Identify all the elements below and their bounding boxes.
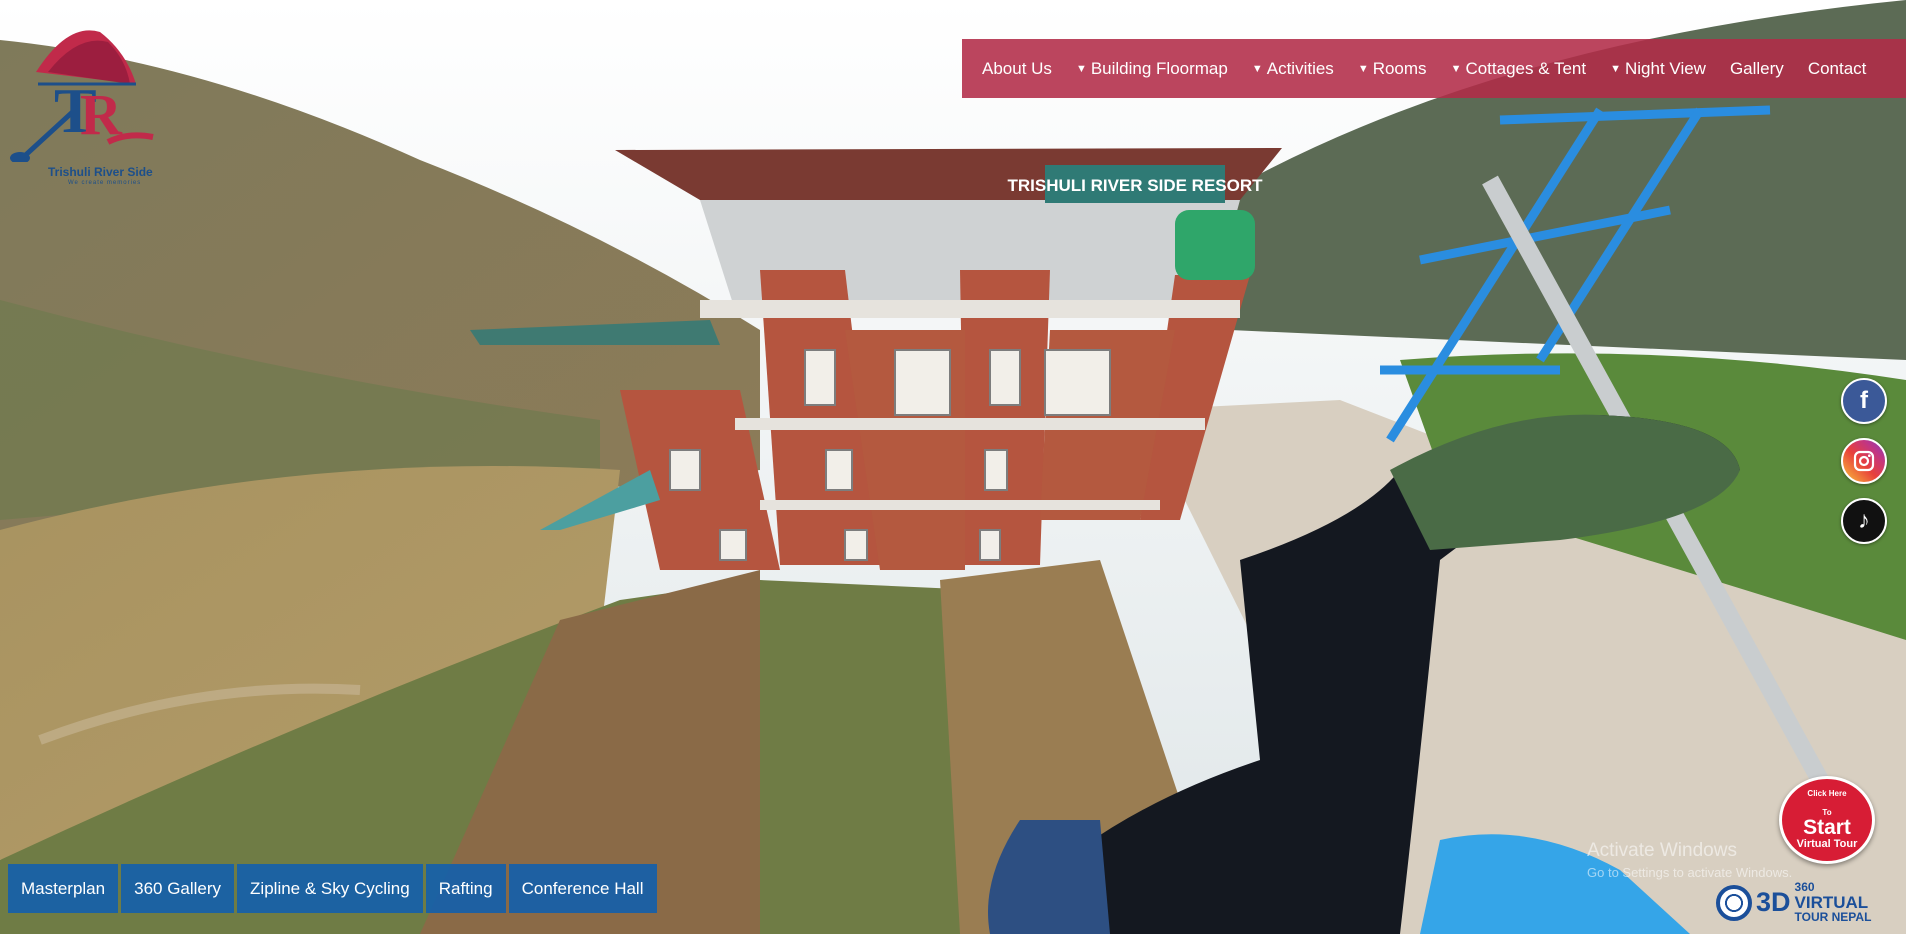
badge-line1: Click Here (1807, 789, 1847, 798)
caret-down-icon: ▼ (1357, 62, 1369, 75)
nav-contact[interactable]: Contact (1796, 39, 1879, 98)
nav-cottages-tent[interactable]: ▼ Cottages & Tent (1439, 39, 1599, 98)
caret-down-icon: ▼ (1610, 62, 1621, 75)
panorama-scene: TRISHULI RIVER SIDE RESORT (0, 0, 1906, 934)
badge-line3: Start (1803, 816, 1851, 839)
main-navigation: About Us ▼ Building Floormap ▼ Activitie… (962, 39, 1906, 98)
badge-line4: Virtual Tour (1796, 838, 1858, 850)
nav-label: Contact (1807, 58, 1867, 78)
bottom-navigation: Masterplan 360 Gallery Zipline & Sky Cyc… (8, 864, 657, 913)
caret-down-icon: ▼ (1450, 62, 1462, 75)
nav-label: Building Floormap (1090, 58, 1228, 78)
resort-logo[interactable]: T R Trishuli River Side We create memori… (8, 12, 168, 192)
nav-label: Rooms (1372, 58, 1427, 78)
bottom-nav-rafting[interactable]: Rafting (425, 864, 506, 913)
building-sign: TRISHULI RIVER SIDE RESORT (1007, 176, 1263, 195)
nav-night-view[interactable]: ▼ Night View (1598, 39, 1718, 98)
logo-graphic: T R (10, 30, 154, 162)
nav-label: About Us (982, 58, 1052, 78)
nav-about-us[interactable]: About Us (970, 39, 1064, 98)
brand-line2: TOUR NEPAL (1794, 910, 1872, 924)
brand-3d: 3D (1756, 887, 1791, 917)
instagram-icon[interactable] (1841, 438, 1887, 484)
bottom-nav-zipline-sky-cycling[interactable]: Zipline & Sky Cycling (237, 864, 423, 913)
nav-gallery[interactable]: Gallery (1718, 39, 1796, 98)
facebook-icon[interactable]: f (1841, 378, 1887, 424)
caret-down-icon: ▼ (1075, 62, 1087, 75)
tiktok-glyph: ♪ (1858, 507, 1870, 534)
nav-label: Gallery (1729, 58, 1784, 78)
virtual-tour-nepal-logo[interactable]: 3D 360 VIRTUAL TOUR NEPAL (1716, 880, 1871, 925)
nav-rooms[interactable]: ▼ Rooms (1346, 39, 1439, 98)
social-links: f ♪ (1841, 378, 1887, 544)
logo-tagline: We create memories (68, 180, 142, 186)
caret-down-icon: ▼ (1251, 62, 1263, 75)
brand-line1: VIRTUAL (1794, 893, 1869, 912)
nav-label: Activities (1266, 58, 1334, 78)
nav-building-floormap[interactable]: ▼ Building Floormap (1064, 39, 1240, 98)
nav-activities[interactable]: ▼ Activities (1240, 39, 1346, 98)
watermark-subtitle: Go to Settings to activate Windows. (1587, 865, 1793, 880)
facebook-glyph: f (1860, 387, 1868, 414)
brand-text: 360 VIRTUAL TOUR NEPAL (1795, 880, 1872, 925)
bottom-nav-masterplan[interactable]: Masterplan (8, 864, 119, 913)
start-virtual-tour-button[interactable]: Click Here To Start Virtual Tour (1779, 776, 1875, 864)
logo-name: Trishuli River Side (48, 165, 153, 179)
bottom-nav-conference-hall[interactable]: Conference Hall (508, 864, 657, 913)
panorama-view[interactable]: TRISHULI RIVER SIDE RESORT (0, 0, 1906, 934)
brand-ring-icon (1716, 884, 1752, 921)
nav-label: Cottages & Tent (1465, 58, 1587, 78)
bottom-nav-360-gallery[interactable]: 360 Gallery (121, 864, 235, 913)
activate-windows-watermark: Activate Windows Go to Settings to activ… (1587, 840, 1792, 880)
nav-label: Night View (1625, 58, 1706, 78)
instagram-glyph (1853, 450, 1875, 472)
watermark-title: Activate Windows (1587, 840, 1737, 861)
tiktok-icon[interactable]: ♪ (1841, 498, 1887, 544)
